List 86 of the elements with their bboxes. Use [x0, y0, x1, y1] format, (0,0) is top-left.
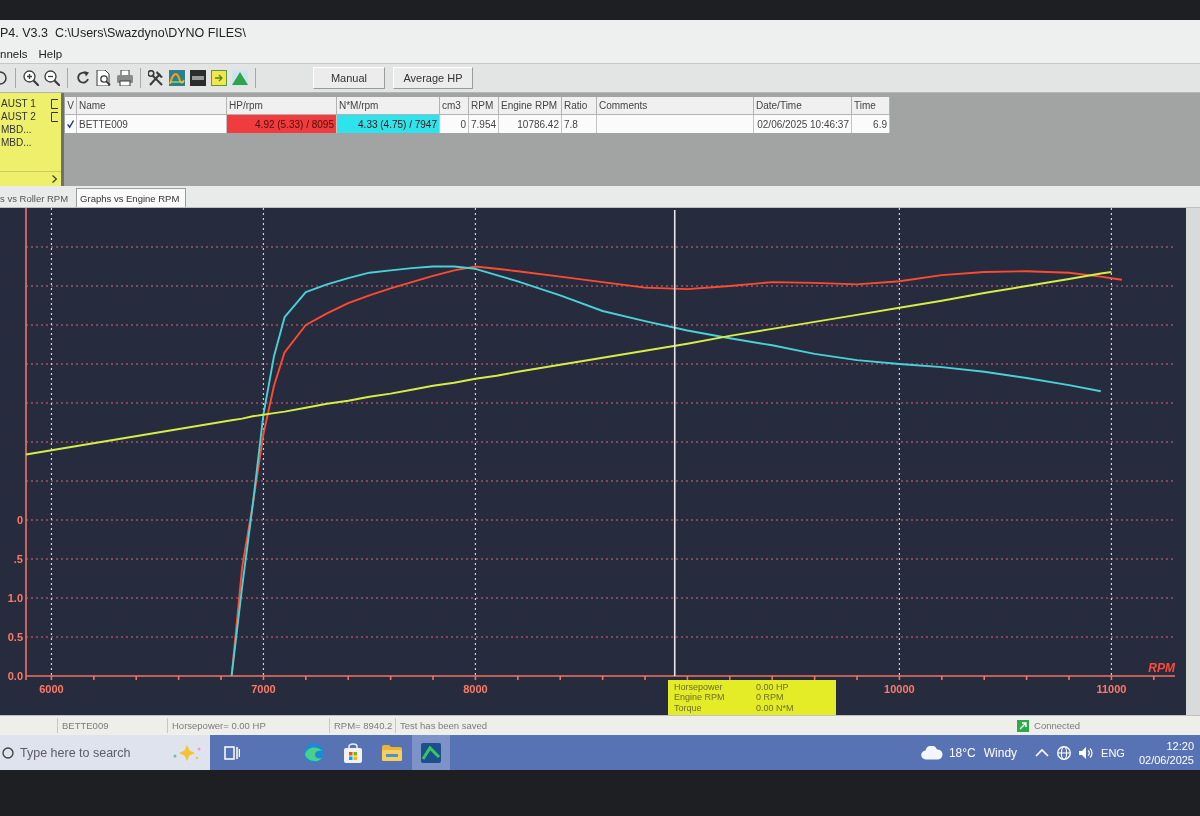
- menu-item[interactable]: Help: [38, 48, 66, 60]
- table-cell: BETTE009: [77, 115, 227, 133]
- taskbar-button[interactable]: [412, 735, 450, 770]
- peak-line-icon: [421, 742, 441, 763]
- shopping-bag-icon: [343, 742, 363, 763]
- table-cell: 02/06/2025 10:46:37: [754, 115, 852, 133]
- checkbox[interactable]: [51, 98, 58, 109]
- cursor-line[interactable]: [673, 209, 676, 677]
- axis-title: RPM: [1148, 661, 1175, 675]
- readout-label: Engine RPM: [674, 692, 726, 703]
- readout-value: 0.00 N*M: [756, 702, 795, 714]
- panel-icon[interactable]: [190, 70, 206, 86]
- table-cell: 7.954: [469, 115, 499, 133]
- search-field[interactable]: Type here to search: [20, 743, 166, 762]
- column-header: cm3: [440, 97, 469, 115]
- search-icon: [2, 746, 14, 759]
- search-bar[interactable]: Type here to search: [0, 735, 210, 770]
- connection-icon: [1017, 719, 1030, 732]
- tick-label: 6000: [39, 683, 64, 695]
- tick-label: 11000: [1096, 683, 1127, 695]
- zoom-out-icon[interactable]: [44, 70, 60, 86]
- tick-label: 0.5: [7, 631, 23, 643]
- tick-label: 0: [16, 514, 23, 526]
- channel-item[interactable]: MBD...: [0, 123, 61, 136]
- weather-condition: Windy: [983, 745, 1018, 760]
- readout-label: Torque: [674, 702, 703, 714]
- status-text: BETTE009: [57, 718, 167, 733]
- cloud-icon[interactable]: [920, 745, 943, 760]
- tools-icon[interactable]: [148, 70, 164, 86]
- tick-label: 10000: [884, 683, 915, 695]
- channel-item[interactable]: AUST 1: [0, 97, 61, 110]
- check-icon[interactable]: [67, 119, 74, 129]
- tick-label: 0.0: [7, 670, 23, 682]
- channel-item[interactable]: AUST 2: [0, 110, 61, 123]
- browser-icon: [304, 742, 324, 763]
- readout-label: Horsepower: [674, 681, 724, 693]
- printer-icon[interactable]: [117, 70, 133, 86]
- print-preview-icon[interactable]: [96, 70, 112, 86]
- sparkle-icon: [172, 743, 202, 762]
- column-header: RPM: [469, 97, 499, 115]
- zoom-in-icon[interactable]: [23, 70, 39, 86]
- language-indicator[interactable]: ENG: [1101, 746, 1125, 759]
- toolbar-button[interactable]: Average HP: [393, 67, 473, 89]
- column-header: Ratio: [562, 97, 597, 115]
- channel-item[interactable]: MBD...: [0, 136, 61, 149]
- graph-icon[interactable]: [169, 70, 185, 86]
- readout-value: 0.00 HP: [756, 681, 790, 693]
- status-text: RPM= 8940.2: [329, 718, 395, 733]
- speaker-icon[interactable]: [1079, 745, 1094, 760]
- column-header: V: [65, 97, 77, 115]
- column-header: Engine RPM: [499, 97, 562, 115]
- clock-time[interactable]: 12:20: [1166, 738, 1194, 753]
- arrow-box-icon[interactable]: [211, 70, 227, 86]
- readout-value: 0 RPM: [756, 692, 785, 703]
- table-cell: 10786.42: [499, 115, 562, 133]
- column-header: HP/rpm: [227, 97, 337, 115]
- table-cell: 4.33 (4.75) / 7947: [337, 115, 440, 133]
- weather-temperature: 18°C: [948, 745, 976, 760]
- refresh-icon[interactable]: [75, 70, 91, 86]
- status-text: Test has been saved: [395, 718, 488, 733]
- status-text: Horsepower= 0.00 HP: [167, 718, 329, 733]
- globe-icon[interactable]: [1057, 745, 1072, 760]
- tab[interactable]: s vs Roller RPM: [0, 189, 73, 207]
- column-header: N*M/rpm: [337, 97, 440, 115]
- window-title: P4. V3.3 C:\Users\Swazdyno\DYNO FILES\: [0, 25, 246, 40]
- task-view-icon[interactable]: [224, 745, 240, 760]
- column-header: Date/Time: [754, 97, 852, 115]
- toolbar-button[interactable]: Manual: [313, 67, 385, 89]
- table-cell: 0: [440, 115, 469, 133]
- tick-label: 8000: [463, 683, 488, 695]
- tab[interactable]: Graphs vs Engine RPM: [76, 188, 187, 207]
- folder-icon: [382, 742, 402, 763]
- column-header: Time: [852, 97, 890, 115]
- status-text: Connected: [1034, 720, 1080, 731]
- checkbox[interactable]: [51, 111, 58, 122]
- column-header: Comments: [597, 97, 754, 115]
- column-header: Name: [77, 97, 227, 115]
- chevron-right-icon[interactable]: [52, 175, 57, 183]
- tick-label: .5: [13, 553, 23, 565]
- table-cell: 6.9: [852, 115, 890, 133]
- tick-label: 1.0: [7, 592, 23, 604]
- clock-date[interactable]: 02/06/2025: [1138, 752, 1194, 767]
- table-cell: 4.92 (5.33) / 8095: [227, 115, 337, 133]
- tick-label: 7000: [251, 683, 276, 695]
- table-cell: 7.8: [562, 115, 597, 133]
- menu-item[interactable]: nnels: [0, 48, 31, 60]
